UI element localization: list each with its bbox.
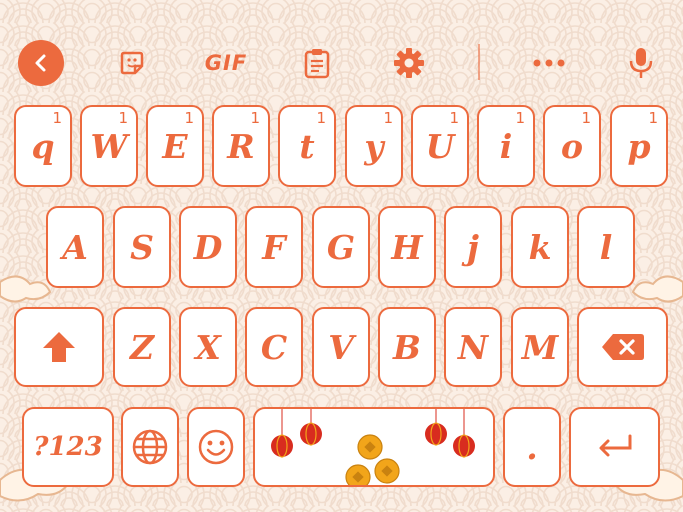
key-e[interactable]: E 1 [146,105,204,187]
voice-input-button[interactable] [624,44,658,82]
key-label: l [599,227,613,267]
key-c[interactable]: C [245,307,303,387]
key-s[interactable]: S [113,206,171,288]
key-label: V [328,327,354,367]
key-a[interactable]: A [46,206,104,288]
key-g[interactable]: G [312,206,370,288]
key-z[interactable]: Z [113,307,171,387]
clipboard-icon [304,49,330,79]
key-h[interactable]: H [378,206,436,288]
sticker-icon [120,51,144,75]
key-u[interactable]: U 1 [411,105,469,187]
microphone-icon [629,48,653,78]
key-w[interactable]: W 1 [80,105,138,187]
key-t[interactable]: t 1 [278,105,336,187]
toolbar-divider [478,44,480,80]
key-hint: 1 [449,109,459,127]
key-p[interactable]: p 1 [610,105,668,187]
key-q[interactable]: q 1 [14,105,72,187]
key-hint: 1 [383,109,393,127]
key-l[interactable]: l [577,206,635,288]
shift-arrow-icon [43,332,75,362]
key-label: i [499,126,513,166]
backspace-key[interactable] [577,307,668,387]
key-hint: 1 [316,109,326,127]
gear-icon [394,48,424,78]
key-label: R [227,126,255,166]
settings-button[interactable] [391,45,427,81]
clipboard-button[interactable] [300,44,334,82]
key-n[interactable]: N [444,307,502,387]
key-hint: 1 [515,109,525,127]
key-label: q [31,126,55,166]
key-hint: 1 [184,109,194,127]
sticker-button[interactable] [115,46,149,80]
key-y[interactable]: y 1 [345,105,403,187]
key-j[interactable]: j [444,206,502,288]
key-hint: 1 [118,109,128,127]
period-key[interactable]: . [503,407,561,487]
key-label: G [326,227,356,267]
key-label: S [130,227,154,267]
key-v[interactable]: V [312,307,370,387]
key-label: D [193,227,223,267]
key-hint: 1 [250,109,260,127]
key-d[interactable]: D [179,206,237,288]
symbols-label: ?123 [33,432,103,462]
key-hint: 1 [581,109,591,127]
key-label: C [260,327,288,367]
key-o[interactable]: o 1 [543,105,601,187]
key-r[interactable]: R 1 [212,105,270,187]
key-label: H [391,227,423,267]
key-k[interactable]: k [511,206,569,288]
chevron-left-icon [35,54,46,72]
lantern-coin-decoration-icon [271,409,475,485]
key-label: X [195,327,221,367]
enter-key[interactable] [569,407,660,487]
backspace-icon [601,334,644,360]
key-label: B [393,327,421,367]
key-label: o [560,126,583,166]
symbols-key[interactable]: ?123 [22,407,114,487]
key-m[interactable]: M [511,307,569,387]
enter-arrow-icon [599,434,631,457]
space-key[interactable] [253,407,495,487]
smiley-icon [198,429,234,465]
key-label: W [90,126,128,166]
key-x[interactable]: X [179,307,237,387]
key-label: p [627,126,651,166]
key-label: k [528,227,552,267]
key-hint: 1 [52,109,62,127]
key-label: t [299,126,315,166]
emoji-key[interactable] [187,407,245,487]
key-label: N [457,327,489,367]
key-label: E [162,126,188,166]
key-label: j [467,227,479,267]
key-hint: 1 [648,109,658,127]
key-b[interactable]: B [378,307,436,387]
shift-key[interactable] [14,307,104,387]
key-f[interactable]: F [245,206,303,288]
gif-button[interactable]: GIF [198,46,254,80]
globe-icon [132,429,168,465]
more-button[interactable] [528,46,570,80]
more-dots-icon [533,59,565,67]
key-label: y [364,126,384,166]
key-label: U [425,126,455,166]
key-label: F [262,227,286,267]
period-label: . [526,427,538,467]
key-label: Z [129,327,155,367]
key-label: A [62,227,88,267]
language-key[interactable] [121,407,179,487]
back-button[interactable] [18,40,64,86]
key-i[interactable]: i 1 [477,105,535,187]
gif-label: GIF [204,51,248,75]
key-label: M [521,327,559,367]
